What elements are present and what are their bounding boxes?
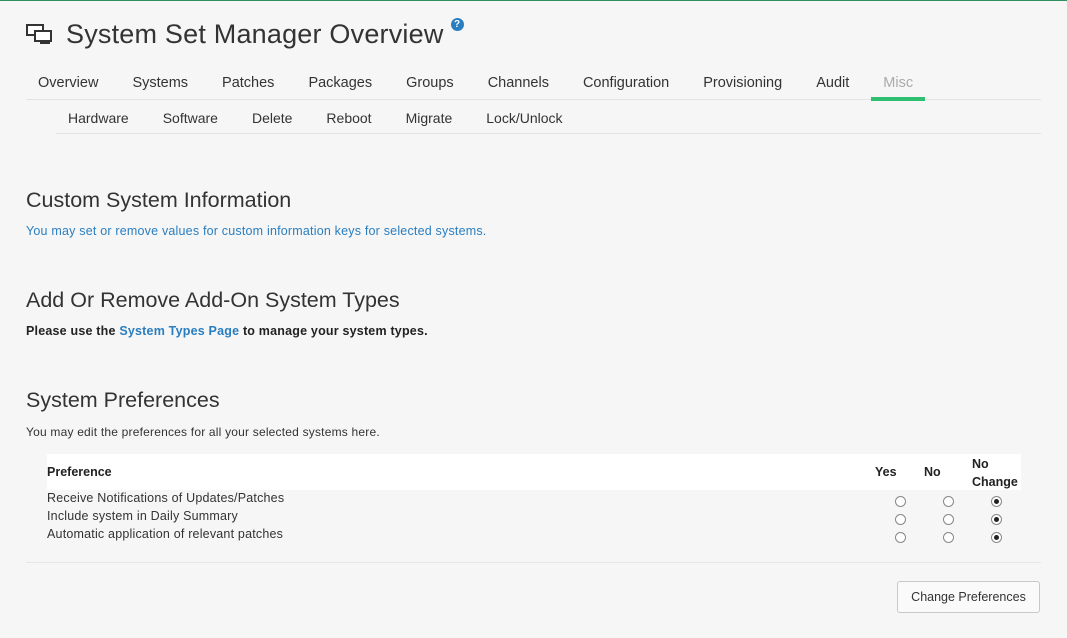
radio-no[interactable]	[943, 514, 954, 525]
header-preference: Preference	[47, 465, 112, 479]
main-tabs: Overview Systems Patches Packages Groups…	[26, 72, 1041, 101]
system-preferences-heading: System Preferences	[26, 388, 220, 412]
subtab-delete[interactable]: Delete	[240, 105, 304, 133]
radio-yes[interactable]	[895, 496, 906, 507]
row-label: Automatic application of relevant patche…	[47, 527, 284, 541]
addon-types-text: Please use the System Types Page to mana…	[26, 324, 428, 338]
tab-groups[interactable]: Groups	[394, 72, 466, 100]
header-no-change-line2: Change	[972, 475, 1018, 489]
subtab-hardware[interactable]: Hardware	[56, 105, 141, 133]
preferences-table: Preference Yes No No Change Receive Noti…	[26, 454, 1041, 544]
subtab-migrate[interactable]: Migrate	[394, 105, 465, 133]
radio-no[interactable]	[943, 496, 954, 507]
tab-audit[interactable]: Audit	[804, 72, 861, 100]
tab-systems[interactable]: Systems	[120, 72, 200, 100]
custom-info-link[interactable]: You may set or remove values for custom …	[26, 224, 486, 238]
row-label: Receive Notifications of Updates/Patches	[47, 491, 285, 505]
tab-configuration[interactable]: Configuration	[571, 72, 681, 100]
system-set-icon	[26, 22, 54, 46]
help-icon[interactable]: ?	[450, 17, 464, 31]
table-row: Include system in Daily Summary	[47, 508, 1021, 526]
tab-overview[interactable]: Overview	[26, 72, 110, 100]
tab-provisioning[interactable]: Provisioning	[691, 72, 794, 100]
subtab-software[interactable]: Software	[151, 105, 230, 133]
table-row: Receive Notifications of Updates/Patches	[47, 490, 1021, 508]
page-header: System Set Manager Overview ?	[26, 16, 464, 52]
radio-yes[interactable]	[895, 514, 906, 525]
addon-text-after: to manage your system types.	[242, 324, 428, 338]
tab-channels[interactable]: Channels	[476, 72, 561, 100]
header-no-change-line1: No	[972, 457, 989, 471]
page-title: System Set Manager Overview	[66, 18, 444, 49]
sub-tabs: Hardware Software Delete Reboot Migrate …	[56, 105, 1041, 134]
radio-yes[interactable]	[895, 532, 906, 543]
radio-no-change[interactable]	[991, 514, 1002, 525]
subtab-lock-unlock[interactable]: Lock/Unlock	[474, 105, 574, 133]
subtab-reboot[interactable]: Reboot	[314, 105, 383, 133]
header-no: No	[924, 465, 941, 479]
radio-no-change[interactable]	[991, 496, 1002, 507]
row-label: Include system in Daily Summary	[47, 509, 238, 523]
custom-info-heading: Custom System Information	[26, 188, 292, 212]
change-preferences-button[interactable]: Change Preferences	[897, 581, 1040, 613]
addon-types-heading: Add Or Remove Add-On System Types	[26, 288, 400, 312]
header-no-change: No Change	[972, 455, 1018, 491]
tab-patches[interactable]: Patches	[210, 72, 286, 100]
table-header: Preference Yes No No Change	[47, 454, 1021, 490]
radio-no-change[interactable]	[991, 532, 1002, 543]
radio-no[interactable]	[943, 532, 954, 543]
header-yes: Yes	[875, 465, 897, 479]
tab-misc[interactable]: Misc	[871, 72, 925, 101]
addon-text-before: Please use the	[26, 324, 116, 338]
table-row: Automatic application of relevant patche…	[47, 526, 1021, 544]
tab-packages[interactable]: Packages	[296, 72, 384, 100]
divider	[26, 562, 1041, 563]
system-types-page-link[interactable]: System Types Page	[119, 324, 239, 338]
system-preferences-description: You may edit the preferences for all you…	[26, 425, 380, 439]
